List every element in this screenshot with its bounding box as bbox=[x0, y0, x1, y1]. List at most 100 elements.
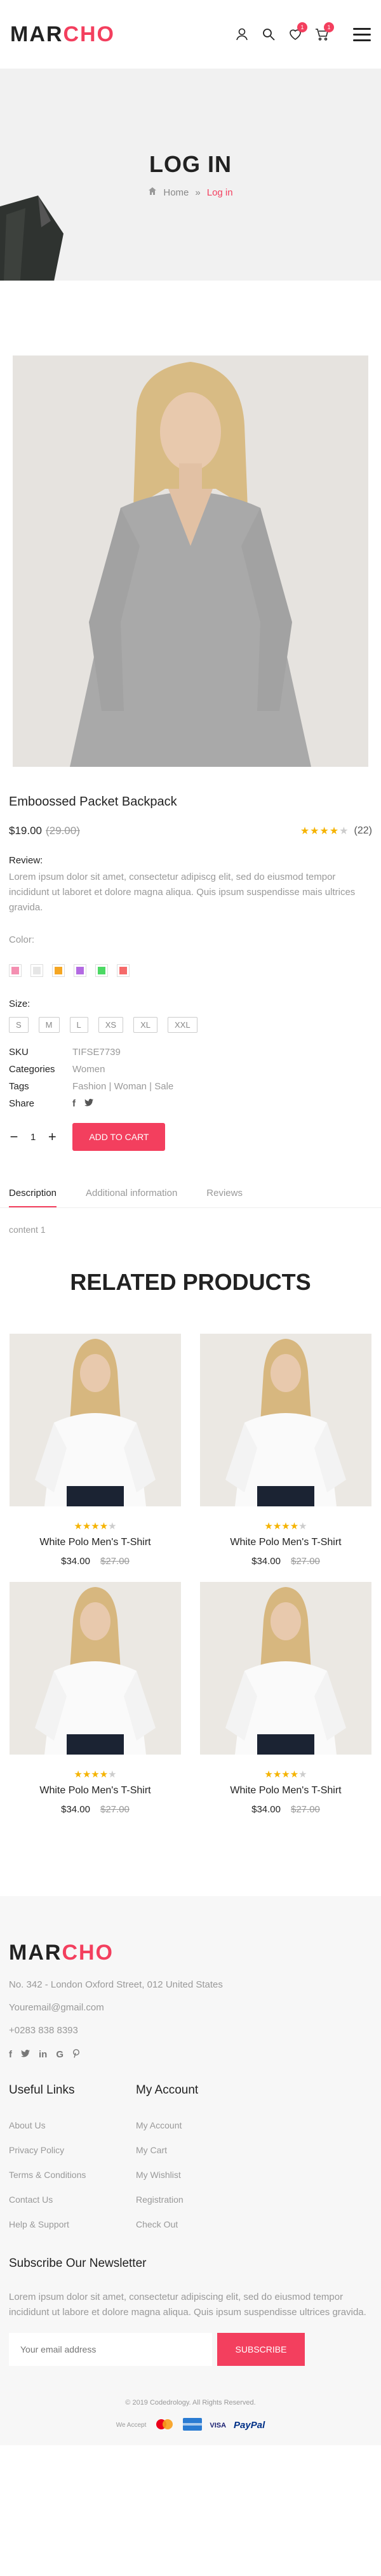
tab-reviews[interactable]: Reviews bbox=[206, 1188, 243, 1207]
qty-minus-button[interactable]: − bbox=[9, 1129, 19, 1145]
breadcrumb: Home » Log in bbox=[148, 187, 233, 198]
product-card[interactable]: ★★★★★ White Polo Men's T-Shirt $34.00 $27… bbox=[10, 1334, 181, 1567]
product-price: $19.00 (29.00) bbox=[9, 825, 80, 837]
rating-stars: ★★★★★ bbox=[300, 826, 349, 837]
old-price: (29.00) bbox=[46, 825, 80, 837]
subscribe-button[interactable]: SUBSCRIBE bbox=[217, 2333, 305, 2366]
related-products-grid: ★★★★★ White Polo Men's T-Shirt $34.00 $27… bbox=[10, 1334, 371, 1815]
related-products-title: RELATED PRODUCTS bbox=[70, 1269, 311, 1295]
footer-logo-red: CHO bbox=[62, 1941, 114, 1965]
twitter-icon[interactable] bbox=[21, 2049, 30, 2061]
footer-link-columns: Useful Links About Us Privacy Policy Ter… bbox=[9, 2083, 372, 2244]
footer-link[interactable]: My Wishlist bbox=[136, 2170, 263, 2180]
product-card-current-price: $34.00 bbox=[251, 1804, 281, 1815]
qty-value[interactable]: 1 bbox=[30, 1132, 36, 1143]
color-swatch-pink[interactable] bbox=[9, 964, 22, 977]
product-image bbox=[13, 355, 368, 767]
footer-logo[interactable]: MARCHO bbox=[9, 1941, 372, 1965]
color-swatch-orange[interactable] bbox=[52, 964, 65, 977]
we-accept-label: We Accept bbox=[116, 2422, 147, 2429]
product-card[interactable]: ★★★★★ White Polo Men's T-Shirt $34.00 $27… bbox=[200, 1334, 371, 1567]
footer-link[interactable]: Contact Us bbox=[9, 2194, 136, 2205]
color-swatch-red[interactable] bbox=[117, 964, 130, 977]
sku-value: TIFSE7739 bbox=[72, 1047, 121, 1058]
product-title: Emboossed Packet Backpack bbox=[9, 795, 177, 809]
product-tabs: Description Additional information Revie… bbox=[0, 1188, 381, 1208]
product-card-name[interactable]: White Polo Men's T-Shirt bbox=[200, 1785, 371, 1796]
twitter-icon[interactable] bbox=[84, 1098, 93, 1109]
footer-email[interactable]: Youremail@gmail.com bbox=[9, 2003, 372, 2012]
size-option[interactable]: M bbox=[38, 1017, 60, 1033]
footer-link[interactable]: Privacy Policy bbox=[9, 2145, 136, 2155]
product-card-image[interactable] bbox=[200, 1334, 371, 1506]
share-icons: f bbox=[72, 1098, 93, 1109]
newsletter-text: Lorem ipsum dolor sit amet, consectetur … bbox=[9, 2292, 366, 2318]
header-icons: 1 1 bbox=[235, 22, 371, 41]
color-swatch-green[interactable] bbox=[95, 964, 108, 977]
tab-additional-information[interactable]: Additional information bbox=[86, 1188, 177, 1207]
page-title: LOG IN bbox=[149, 151, 232, 177]
add-to-cart-button[interactable]: ADD TO CART bbox=[72, 1123, 166, 1151]
product-card-name[interactable]: White Polo Men's T-Shirt bbox=[10, 1785, 181, 1796]
product-card-rating: ★★★★★ bbox=[74, 1769, 117, 1780]
tab-description[interactable]: Description bbox=[9, 1188, 57, 1207]
menu-icon[interactable] bbox=[353, 27, 371, 41]
product-card-image[interactable] bbox=[200, 1582, 371, 1755]
facebook-icon[interactable]: f bbox=[9, 2049, 12, 2061]
footer-link[interactable]: Help & Support bbox=[9, 2219, 136, 2229]
newsletter-email-input[interactable] bbox=[9, 2333, 212, 2366]
user-icon[interactable] bbox=[235, 27, 249, 41]
product-card-current-price: $34.00 bbox=[61, 1556, 90, 1567]
home-icon bbox=[148, 187, 157, 198]
qty-plus-button[interactable]: + bbox=[47, 1129, 57, 1145]
facebook-icon[interactable]: f bbox=[72, 1098, 76, 1109]
product-card-old-price: $27.00 bbox=[100, 1804, 130, 1815]
product-card-rating: ★★★★★ bbox=[264, 1769, 307, 1780]
product-card-price: $34.00 $27.00 bbox=[200, 1556, 371, 1567]
footer-link[interactable]: About Us bbox=[9, 2120, 136, 2130]
categories-value[interactable]: Women bbox=[72, 1064, 105, 1075]
product-card-image[interactable] bbox=[10, 1582, 181, 1755]
footer-link[interactable]: My Cart bbox=[136, 2145, 263, 2155]
color-swatch-purple[interactable] bbox=[74, 964, 86, 977]
product-card[interactable]: ★★★★★ White Polo Men's T-Shirt $34.00 $27… bbox=[10, 1582, 181, 1815]
product-card[interactable]: ★★★★★ White Polo Men's T-Shirt $34.00 $27… bbox=[200, 1582, 371, 1815]
logo-dark-text: MAR bbox=[10, 22, 64, 46]
site-logo[interactable]: MARCHO bbox=[10, 22, 115, 47]
product-card-old-price: $27.00 bbox=[291, 1556, 320, 1567]
review-label: Review: bbox=[9, 855, 43, 866]
copyright: © 2019 Codedrology. All Rights Reserved. bbox=[125, 2399, 256, 2407]
breadcrumb-separator: » bbox=[195, 187, 201, 198]
footer-social-icons: f in G bbox=[9, 2048, 372, 2061]
price-row: $19.00 (29.00) ★★★★★ (22) bbox=[9, 825, 372, 837]
linkedin-icon[interactable]: in bbox=[39, 2049, 47, 2061]
page-banner: LOG IN Home » Log in bbox=[0, 69, 381, 281]
product-card-rating: ★★★★★ bbox=[74, 1521, 117, 1532]
breadcrumb-home[interactable]: Home bbox=[163, 187, 189, 198]
footer-phone[interactable]: +0283 838 8393 bbox=[9, 2026, 372, 2035]
footer-link[interactable]: Registration bbox=[136, 2194, 263, 2205]
footer-link[interactable]: Check Out bbox=[136, 2219, 263, 2229]
heart-icon[interactable]: 1 bbox=[288, 22, 307, 41]
footer-link[interactable]: Terms & Conditions bbox=[9, 2170, 136, 2180]
review-count[interactable]: (22) bbox=[354, 825, 372, 837]
color-swatch-grey[interactable] bbox=[30, 964, 43, 977]
footer-link[interactable]: My Account bbox=[136, 2120, 263, 2130]
pinterest-icon[interactable] bbox=[72, 2048, 80, 2061]
product-card-name[interactable]: White Polo Men's T-Shirt bbox=[200, 1537, 371, 1548]
product-card-image[interactable] bbox=[10, 1334, 181, 1506]
size-option[interactable]: XXL bbox=[168, 1017, 197, 1033]
product-card-current-price: $34.00 bbox=[251, 1556, 281, 1567]
size-option[interactable]: XL bbox=[133, 1017, 157, 1033]
search-icon[interactable] bbox=[262, 27, 276, 41]
size-option[interactable]: XS bbox=[98, 1017, 124, 1033]
google-icon[interactable]: G bbox=[56, 2049, 64, 2061]
cart-icon[interactable]: 1 bbox=[315, 22, 334, 41]
tags-value[interactable]: Fashion | Woman | Sale bbox=[72, 1081, 173, 1092]
rating: ★★★★★ (22) bbox=[300, 825, 372, 837]
size-option[interactable]: S bbox=[9, 1017, 29, 1033]
product-card-rating: ★★★★★ bbox=[264, 1521, 307, 1532]
size-option[interactable]: L bbox=[69, 1017, 88, 1033]
my-account-title: My Account bbox=[136, 2083, 199, 2097]
product-card-name[interactable]: White Polo Men's T-Shirt bbox=[10, 1537, 181, 1548]
